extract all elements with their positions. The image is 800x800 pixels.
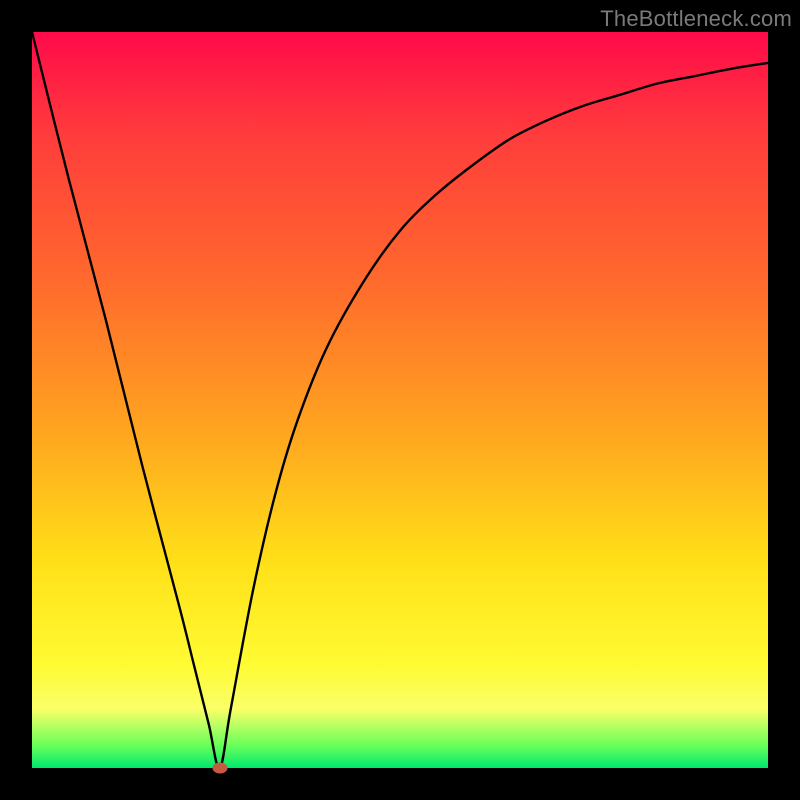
watermark-text: TheBottleneck.com [600,6,792,32]
chart-frame: TheBottleneck.com [0,0,800,800]
min-marker [212,763,227,774]
plot-area [32,32,768,768]
bottleneck-curve [32,32,768,768]
